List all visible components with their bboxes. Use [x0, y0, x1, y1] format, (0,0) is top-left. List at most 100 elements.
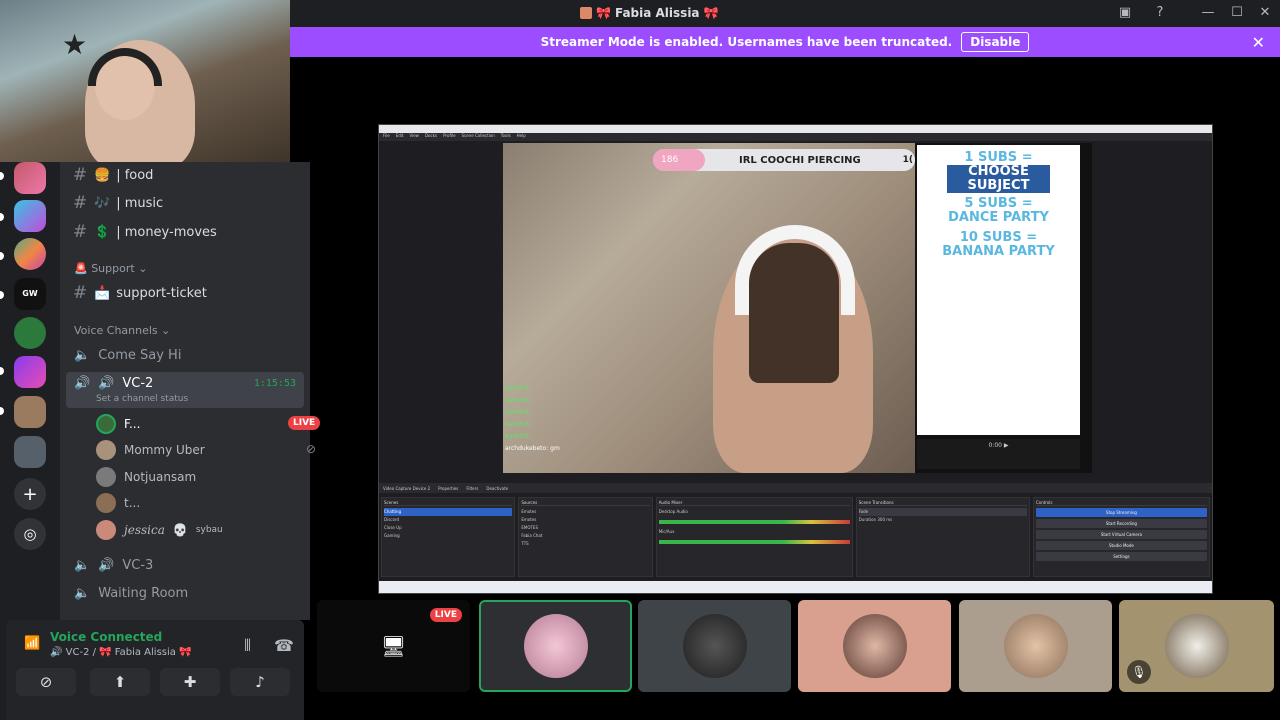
goal-text: IRL COOCHI PIERCING — [739, 154, 861, 166]
category-support[interactable]: 🚨 Support ⌄ — [74, 262, 147, 275]
obs-menu-item: Scene Collection — [461, 133, 495, 138]
channel-sidebar: # 🍔 | food # 🎶 | music # 💲 | money-moves… — [60, 162, 321, 620]
soundboard-button[interactable]: ♪ — [230, 668, 290, 696]
server-icon[interactable] — [14, 238, 46, 270]
deafened-icon: ⊘ — [306, 442, 317, 456]
obs-menu-bar: File Edit View Docks Profile Scene Colle… — [379, 133, 1212, 141]
voice-user[interactable]: F... LIVE — [96, 413, 321, 435]
avatar — [1164, 614, 1229, 678]
participant-tile[interactable] — [798, 600, 951, 692]
scene-item: Chatting — [384, 508, 513, 516]
stream-tile[interactable]: 🖥 LIVE — [317, 600, 470, 692]
deactivate-button: Deactivate — [486, 485, 509, 491]
unread-pip — [0, 407, 4, 415]
help-icon[interactable]: ? — [1150, 4, 1170, 22]
obs-preview: 186 IRL COOCHI PIERCING 1( KadotUL: Kado… — [503, 143, 1092, 473]
participant-tile[interactable] — [638, 600, 791, 692]
close-window-icon[interactable]: ✕ — [1255, 4, 1275, 22]
speaker-icon: 🔊 — [50, 647, 63, 658]
channel-support-ticket[interactable]: # 📩 support-ticket — [72, 282, 207, 304]
activities-button[interactable]: ✚ — [160, 668, 220, 696]
user-tag: sybau — [195, 525, 223, 535]
camera-off-icon: ⊘ — [39, 673, 53, 691]
chevron-down-icon: ⌄ — [138, 262, 148, 275]
goal-right: 1( — [902, 155, 913, 165]
duration-row: Duration 300 ms — [859, 516, 1027, 524]
voice-channel-vc2[interactable]: 🔊 🔊 VC-2 1:15:53 Set a channel status — [66, 372, 304, 408]
camera-off-button[interactable]: ⊘ — [16, 668, 76, 696]
obs-menu-item: Edit — [395, 133, 404, 138]
sub-reward: BANANA PARTY — [942, 244, 1055, 259]
voice-user[interactable]: jessica 💀 sybau — [96, 519, 223, 541]
close-banner-icon[interactable]: ✕ — [1252, 33, 1265, 52]
participant-tile[interactable] — [479, 600, 632, 692]
sub-reward: CHOOSE SUBJECT — [947, 165, 1050, 193]
minimize-icon[interactable]: — — [1198, 4, 1218, 22]
avatar — [96, 440, 116, 460]
chat-line: archdukebeto: gm — [505, 445, 560, 452]
voice-channel-vc3[interactable]: 🔈 🔊 VC-3 — [74, 554, 153, 576]
server-icon[interactable] — [14, 356, 46, 388]
stream-chat: KadotUL: KadotUL: KadotUL: KadotUL: Kado… — [505, 383, 560, 455]
ribbon-icon: 🎀 — [703, 6, 719, 20]
server-icon[interactable]: GW — [14, 278, 46, 310]
user-name: Mommy Uber — [124, 443, 205, 457]
hash-icon: # — [72, 222, 88, 242]
participant-tile[interactable] — [959, 600, 1112, 692]
obs-mixer-dock: Audio Mixer Desktop Audio Mic/Aux — [655, 497, 853, 577]
voice-user[interactable]: Mommy Uber ⊘ — [96, 439, 316, 461]
source-item: EMOTES — [521, 525, 538, 530]
muted-mic-icon: 🎙 — [1127, 660, 1151, 684]
signal-icon: 📶 — [24, 636, 41, 651]
filters-button: Filters — [466, 485, 479, 491]
server-icon[interactable] — [14, 200, 46, 232]
participant-tile[interactable]: 🎙 — [1119, 600, 1274, 692]
dock-header: Controls — [1035, 500, 1207, 506]
voice-user[interactable]: Notjuansam — [96, 466, 196, 488]
voice-location[interactable]: 🔊 VC-2 / 🎀 Fabia Alissia 🎀 — [50, 647, 192, 658]
dock-header: Sources — [521, 500, 650, 506]
channel-label: VC-2 — [122, 376, 154, 391]
obs-properties-bar: Video Capture Device 2 Properties Filter… — [379, 483, 1212, 493]
channel-food[interactable]: # 🍔 | food — [72, 164, 154, 186]
disable-button[interactable]: Disable — [961, 32, 1030, 52]
channel-label: | food — [116, 167, 154, 183]
voice-status[interactable]: Voice Connected — [50, 630, 162, 644]
unread-pip — [0, 172, 4, 180]
title-avatar — [580, 7, 592, 19]
server-icon[interactable] — [14, 396, 46, 428]
category-voice[interactable]: Voice Channels ⌄ — [74, 324, 170, 337]
obs-screenshare[interactable]: File Edit View Docks Profile Scene Colle… — [378, 124, 1213, 594]
server-icon[interactable] — [14, 317, 46, 349]
server-icon[interactable] — [14, 162, 46, 194]
voice-channel-come-say-hi[interactable]: 🔈 Come Say Hi — [74, 344, 181, 366]
obs-menu-item: View — [409, 133, 419, 138]
source-name: Video Capture Device 2 — [383, 485, 431, 491]
maximize-icon[interactable]: ☐ — [1227, 4, 1247, 22]
obs-transitions-dock: Scene Transitions Fade Duration 300 ms — [855, 497, 1030, 577]
speaker-icon: 🔊 — [74, 376, 91, 391]
player-time: 0:00 — [988, 442, 1002, 449]
sub-tier: 10 SUBS = — [959, 230, 1038, 245]
dock-header: Audio Mixer — [658, 500, 850, 506]
add-server-icon[interactable]: + — [14, 478, 46, 510]
hash-icon: # — [72, 165, 88, 185]
voice-user[interactable]: t... — [96, 492, 140, 514]
discover-icon[interactable]: ◎ — [14, 518, 46, 550]
audio-meter — [658, 540, 850, 544]
channel-money-moves[interactable]: # 💲 | money-moves — [72, 221, 217, 243]
mixer-channel: Mic/Aux — [658, 529, 675, 534]
screen-share-button[interactable]: ⬆ — [90, 668, 150, 696]
inbox-icon[interactable]: ▣ — [1115, 4, 1135, 22]
voice-channel-waiting-room[interactable]: 🔈 Waiting Room — [74, 582, 188, 604]
disconnect-icon[interactable]: ☎ — [274, 636, 294, 655]
avatar — [96, 520, 116, 540]
noise-suppression-icon[interactable]: ⦀ — [244, 636, 251, 656]
channel-music[interactable]: # 🎶 | music — [72, 192, 163, 214]
soundboard-icon: ♪ — [255, 673, 265, 691]
channel-status-input[interactable]: Set a channel status — [96, 394, 188, 404]
category-label: Support — [91, 262, 135, 275]
server-icon[interactable] — [14, 436, 46, 468]
obs-menu-item: Profile — [443, 133, 456, 138]
streamer-mode-banner: Streamer Mode is enabled. Usernames have… — [290, 27, 1280, 57]
